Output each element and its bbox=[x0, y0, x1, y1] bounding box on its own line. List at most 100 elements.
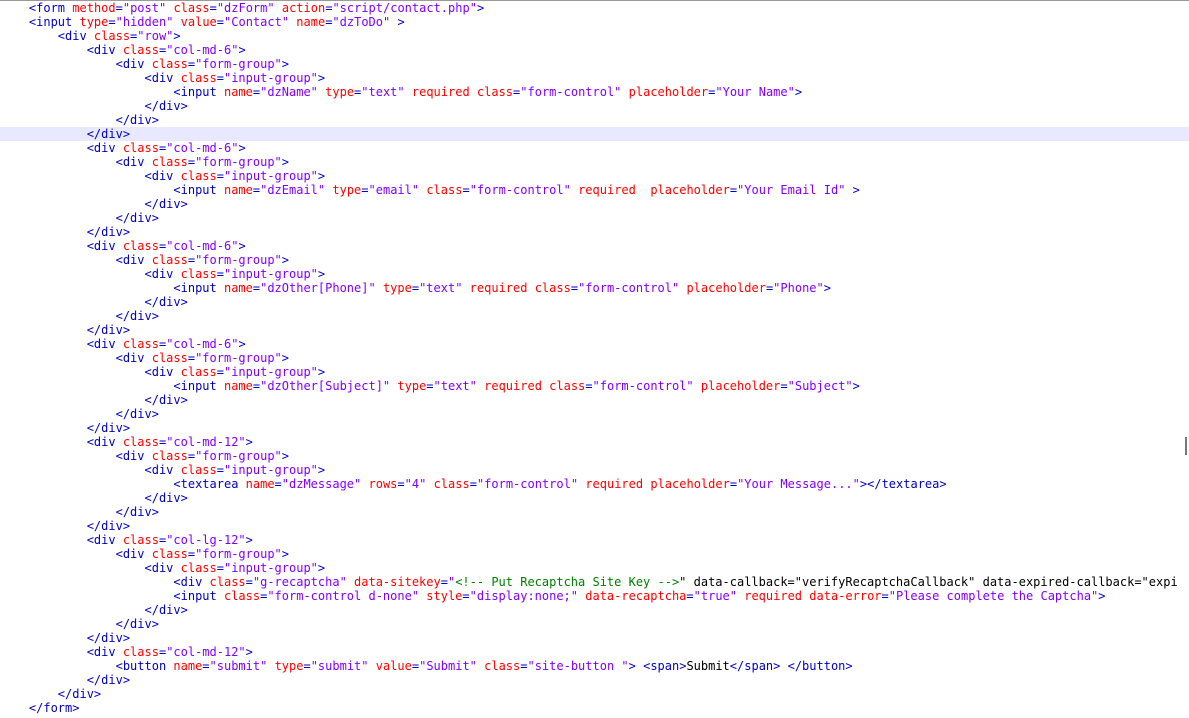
code-line[interactable]: <div class="input-group"> bbox=[0, 463, 1189, 477]
code-token-ind bbox=[0, 463, 145, 477]
code-line[interactable]: </div> bbox=[0, 323, 1189, 337]
code-line[interactable]: <div class="col-md-6"> bbox=[0, 43, 1189, 57]
code-token-ind bbox=[0, 575, 173, 589]
code-line[interactable]: <input name="dzEmail" type="email" class… bbox=[0, 183, 1189, 197]
code-token-val: "form-group" bbox=[195, 155, 282, 169]
code-token-tag: <div bbox=[115, 155, 152, 169]
code-line[interactable]: </form> bbox=[0, 701, 1189, 715]
code-token-tag: </div> bbox=[86, 127, 131, 141]
code-token-val: "hidden" bbox=[115, 15, 174, 29]
code-token-tag: = bbox=[216, 267, 224, 281]
code-line[interactable]: </div> bbox=[0, 99, 1189, 113]
code-token-tag: </div> bbox=[86, 673, 131, 687]
code-line[interactable]: <input class = "form-control d-none" style… bbox=[0, 589, 1189, 603]
code-line[interactable]: </div> bbox=[0, 687, 1189, 701]
code-token-ind bbox=[0, 253, 116, 267]
code-line[interactable]: <textarea name="dzMessage" rows="4" clas… bbox=[0, 477, 1189, 491]
code-token-attr: data-error bbox=[809, 589, 882, 603]
code-token-tag: </div> bbox=[86, 323, 131, 337]
code-token-tag: </div> bbox=[144, 491, 188, 505]
code-token-ind bbox=[0, 281, 173, 295]
code-token-attr: value bbox=[375, 659, 412, 673]
code-token-ind bbox=[0, 631, 87, 645]
code-line[interactable]: </div> bbox=[0, 225, 1189, 239]
code-line[interactable]: </div> bbox=[0, 113, 1189, 127]
code-line[interactable]: </div> bbox=[0, 295, 1189, 309]
code-line[interactable]: </div> bbox=[0, 211, 1189, 225]
code-token-tag: <div bbox=[86, 337, 123, 351]
code-line[interactable]: <input name="dzOther[Phone]" type="text"… bbox=[0, 281, 1189, 295]
code-token-tag: <div bbox=[86, 141, 123, 155]
code-line[interactable]: </div> bbox=[0, 393, 1189, 407]
code-token-tag: <div bbox=[115, 253, 152, 267]
code-token-tag: = bbox=[462, 589, 470, 603]
code-token-tag: = bbox=[209, 1, 217, 15]
code-line[interactable]: <div class="input-group"> bbox=[0, 267, 1189, 281]
code-line[interactable]: <div class="form-group"> bbox=[0, 547, 1189, 561]
code-token-tag: <div bbox=[144, 71, 181, 85]
code-token-attr: name bbox=[223, 85, 253, 99]
code-token-ind bbox=[0, 155, 116, 169]
code-line[interactable]: <div class="form-group"> bbox=[0, 351, 1189, 365]
code-line[interactable]: <div class="input-group"> bbox=[0, 365, 1189, 379]
code-line[interactable]: </div> bbox=[0, 491, 1189, 505]
code-token-tag: = bbox=[411, 659, 420, 673]
code-line[interactable]: </div> bbox=[0, 631, 1189, 645]
code-line[interactable]: <input name="dzOther[Subject]" type="tex… bbox=[0, 379, 1189, 393]
code-token-attr: class bbox=[151, 449, 188, 463]
code-line[interactable]: <div class="col-md-12"> bbox=[0, 645, 1189, 659]
code-line[interactable]: <div class="form-group"> bbox=[0, 449, 1189, 463]
code-line[interactable]: </div> bbox=[0, 505, 1189, 519]
code-line[interactable]: <div class="form-group"> bbox=[0, 253, 1189, 267]
scrollbar-thumb[interactable] bbox=[1185, 437, 1187, 455]
code-token-attr: class bbox=[93, 29, 131, 43]
code-line[interactable]: <div class="col-md-6"> bbox=[0, 337, 1189, 351]
code-line[interactable]: <div class="form-group"> bbox=[0, 155, 1189, 169]
code-line[interactable]: <div class="col-md-6"> bbox=[0, 239, 1189, 253]
code-line[interactable]: <div class="g-recaptcha" data-sitekey="<… bbox=[0, 575, 1189, 589]
code-line[interactable]: <div class="col-md-12"> bbox=[0, 435, 1189, 449]
code-token-val: "input-group" bbox=[223, 365, 318, 379]
code-token-ind bbox=[0, 225, 87, 239]
code-token-attr: class bbox=[426, 183, 463, 197]
code-token-tag: = bbox=[686, 589, 694, 603]
code-area[interactable]: <form method="post" class="dzForm" actio… bbox=[0, 1, 1189, 715]
code-token-tag: > bbox=[281, 547, 290, 561]
code-line[interactable]: </div> bbox=[0, 673, 1189, 687]
code-line[interactable]: </div> bbox=[0, 407, 1189, 421]
code-line[interactable]: </div> bbox=[0, 617, 1189, 631]
code-token-attr: name bbox=[173, 659, 203, 673]
code-line[interactable]: <div class="input-group"> bbox=[0, 561, 1189, 575]
code-token-tag bbox=[621, 85, 628, 99]
code-token-attr: required bbox=[578, 183, 636, 197]
code-line[interactable]: </div> bbox=[0, 197, 1189, 211]
code-line[interactable]: <button name="submit" type="submit" valu… bbox=[0, 659, 1189, 673]
code-token-ind bbox=[0, 113, 116, 127]
code-line[interactable]: </div> bbox=[0, 421, 1189, 435]
code-token-ind bbox=[0, 15, 29, 29]
code-token-val: "display:none;" bbox=[469, 589, 579, 603]
code-token-val: "col-md-12" bbox=[166, 645, 246, 659]
code-line[interactable]: <input name="dzName" type="text" require… bbox=[0, 85, 1189, 99]
code-token-tag: <form bbox=[28, 1, 73, 15]
code-editor[interactable]: <form method="post" class="dzForm" actio… bbox=[0, 0, 1189, 718]
code-line[interactable]: <div class="input-group"> bbox=[0, 169, 1189, 183]
code-line[interactable]: </div> bbox=[0, 127, 1189, 141]
code-line[interactable]: </div> bbox=[0, 309, 1189, 323]
code-line[interactable]: <div class="row"> bbox=[0, 29, 1189, 43]
code-line[interactable]: <div class="col-lg-12"> bbox=[0, 533, 1189, 547]
code-line[interactable]: <div class="form-group"> bbox=[0, 57, 1189, 71]
code-line[interactable]: <div class="input-group"> bbox=[0, 71, 1189, 85]
code-token-ind bbox=[0, 323, 87, 337]
code-line[interactable]: <div class="col-md-6"> bbox=[0, 141, 1189, 155]
code-token-attr: type bbox=[382, 281, 412, 295]
code-line[interactable]: </div> bbox=[0, 519, 1189, 533]
code-token-attr: class bbox=[433, 477, 470, 491]
code-token-tag: = bbox=[245, 575, 253, 589]
code-token-tag: > bbox=[794, 85, 803, 99]
code-line[interactable]: </div> bbox=[0, 603, 1189, 617]
code-token-tag bbox=[376, 281, 383, 295]
code-line[interactable]: <input type="hidden" value="Contact" nam… bbox=[0, 15, 1189, 29]
code-line[interactable]: <form method="post" class="dzForm" actio… bbox=[0, 1, 1189, 15]
code-token-tag: <input bbox=[173, 589, 224, 603]
